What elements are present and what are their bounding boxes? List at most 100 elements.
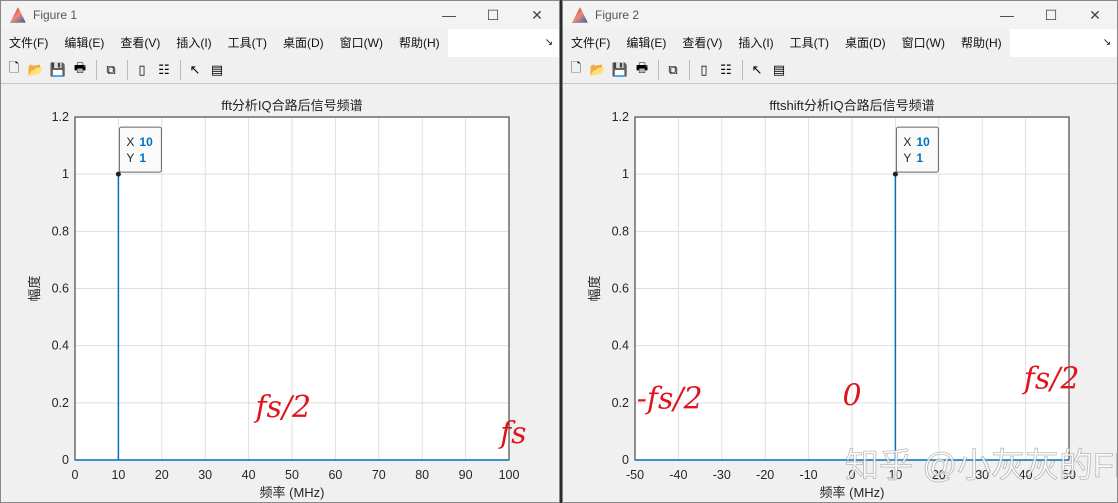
- handwritten-annotation: fs: [498, 416, 527, 451]
- datatip-x-label: X: [126, 135, 134, 149]
- handwritten-annotation: 0: [842, 379, 861, 414]
- print-icon[interactable]: 🖶: [70, 60, 90, 80]
- menu-item[interactable]: 桌面(D): [836, 29, 894, 57]
- window-title: Figure 2: [595, 8, 640, 22]
- x-tick-label: -20: [756, 468, 774, 482]
- new-figure-icon[interactable]: 🗋: [566, 60, 586, 80]
- x-tick-label: 40: [242, 468, 256, 482]
- minimize-button[interactable]: —: [427, 7, 471, 23]
- y-axis-label: 幅度: [27, 275, 42, 301]
- menu-item[interactable]: 文件(F): [1, 29, 57, 57]
- x-tick-label: 20: [155, 468, 169, 482]
- print-icon[interactable]: 🖶: [632, 60, 652, 80]
- y-tick-label: 0.6: [52, 282, 69, 296]
- matlab-logo-icon: [10, 7, 26, 23]
- menu-item[interactable]: 桌面(D): [274, 29, 332, 57]
- toolbar-separator: [658, 60, 659, 80]
- y-tick-label: 0.4: [612, 339, 629, 353]
- menu-item[interactable]: 窗口(W): [331, 29, 391, 57]
- pointer-icon[interactable]: ↖: [185, 60, 205, 80]
- y-tick-label: 0.4: [52, 339, 69, 353]
- x-axis-label: 频率 (MHz): [820, 485, 885, 500]
- property-inspector-icon[interactable]: ▤: [769, 60, 789, 80]
- colorbar-icon[interactable]: ▯: [132, 60, 152, 80]
- minimize-button[interactable]: —: [985, 7, 1029, 23]
- colorbar-icon[interactable]: ▯: [694, 60, 714, 80]
- toolbar-separator: [180, 60, 181, 80]
- datatip-y-label: Y: [903, 151, 911, 165]
- datatip-y-value: 1: [139, 151, 146, 165]
- menu-item[interactable]: 编辑(E): [618, 29, 675, 57]
- menu-item[interactable]: 帮助(H): [952, 29, 1010, 57]
- x-tick-label: 90: [459, 468, 473, 482]
- datatip[interactable]: X 10 Y 1: [895, 126, 939, 173]
- title-bar: Figure 1 — ☐ ✕: [1, 1, 559, 29]
- y-tick-label: 0.8: [612, 224, 629, 238]
- x-tick-label: -10: [800, 468, 818, 482]
- menu-item[interactable]: 工具(T): [219, 29, 275, 57]
- open-folder-icon[interactable]: 📂: [26, 60, 46, 80]
- figure-2-window: Figure 2 — ☐ ✕ 文件(F) 编辑(E) 查看(V) 插入(I) 工具(T)…: [562, 0, 1118, 503]
- y-tick-label: 0.8: [52, 224, 69, 238]
- y-axis-label: 幅度: [587, 275, 602, 301]
- menu-overflow-icon[interactable]: ↘: [1097, 29, 1117, 57]
- menu-overflow-icon[interactable]: ↘: [539, 29, 559, 57]
- y-tick-label: 1.2: [612, 110, 629, 124]
- pointer-icon[interactable]: ↖: [747, 60, 767, 80]
- y-tick-label: 0: [622, 453, 629, 467]
- x-tick-label: 50: [285, 468, 299, 482]
- handwritten-annotation: fs/2: [1022, 362, 1080, 397]
- toolbar-separator: [96, 60, 97, 80]
- x-axis-label: 频率 (MHz): [260, 485, 325, 500]
- x-tick-label: 60: [328, 468, 342, 482]
- y-tick-label: 1: [62, 167, 69, 181]
- chart-title: fft分析IQ合路后信号频谱: [221, 98, 362, 113]
- handwritten-annotation: fs/2: [253, 390, 311, 425]
- plot-area: 0 10 20 30 40 50 60 70 80 90 100 0 0.2 0.4 0.6 0.8 1 1.2 f…: [27, 98, 527, 500]
- maximize-button[interactable]: ☐: [1029, 7, 1073, 24]
- close-button[interactable]: ✕: [515, 7, 559, 24]
- datatip-x-label: X: [903, 135, 911, 149]
- figure-1-window: Figure 1 — ☐ ✕ 文件(F) 编辑(E) 查看(V) 插入(I) 工具(T)…: [0, 0, 560, 503]
- datatip-y-value: 1: [916, 151, 923, 165]
- menu-item[interactable]: 查看(V): [112, 29, 169, 57]
- link-plot-icon[interactable]: ⧉: [663, 60, 683, 80]
- new-figure-icon[interactable]: 🗋: [4, 60, 24, 80]
- toolbar: 🗋 📂 💾 🖶 ⧉ ▯ ☷ ↖ ▤: [1, 57, 559, 84]
- save-icon[interactable]: 💾: [48, 60, 68, 80]
- link-plot-icon[interactable]: ⧉: [101, 60, 121, 80]
- datatip-x-value: 10: [916, 135, 930, 149]
- save-icon[interactable]: 💾: [610, 60, 630, 80]
- y-tick-label: 1.2: [52, 110, 69, 124]
- legend-icon[interactable]: ☷: [716, 60, 736, 80]
- x-tick-label: -40: [669, 468, 687, 482]
- matlab-logo-icon: [572, 7, 588, 23]
- x-tick-label: 0: [72, 468, 79, 482]
- x-tick-label: -50: [626, 468, 644, 482]
- legend-icon[interactable]: ☷: [154, 60, 174, 80]
- handwritten-annotation: -fs/2: [637, 382, 703, 417]
- x-tick-label: 30: [198, 468, 212, 482]
- watermark: 知乎 @小灰灰的FPGA: [845, 447, 1117, 485]
- y-tick-label: 0.6: [612, 282, 629, 296]
- menu-item[interactable]: 窗口(W): [893, 29, 953, 57]
- y-tick-label: 0.2: [612, 396, 629, 410]
- menu-item[interactable]: 帮助(H): [390, 29, 448, 57]
- menu-item[interactable]: 编辑(E): [56, 29, 113, 57]
- menu-item[interactable]: 工具(T): [781, 29, 837, 57]
- menu-item[interactable]: 文件(F): [563, 29, 619, 57]
- menu-item[interactable]: 插入(I): [168, 29, 220, 57]
- maximize-button[interactable]: ☐: [471, 7, 515, 24]
- chart-title: fftshift分析IQ合路后信号频谱: [769, 98, 934, 113]
- x-tick-label: -30: [713, 468, 731, 482]
- menu-item[interactable]: 查看(V): [674, 29, 731, 57]
- menu-bar: 文件(F) 编辑(E) 查看(V) 插入(I) 工具(T) 桌面(D) 窗口(W) 帮助(H)…: [563, 29, 1117, 57]
- toolbar: 🗋 📂 💾 🖶 ⧉ ▯ ☷ ↖ ▤: [563, 57, 1117, 84]
- property-inspector-icon[interactable]: ▤: [207, 60, 227, 80]
- menu-item[interactable]: 插入(I): [730, 29, 782, 57]
- x-tick-label: 80: [415, 468, 429, 482]
- datatip[interactable]: X 10 Y 1: [118, 126, 162, 173]
- title-bar: Figure 2 — ☐ ✕: [563, 1, 1117, 29]
- open-folder-icon[interactable]: 📂: [588, 60, 608, 80]
- close-button[interactable]: ✕: [1073, 7, 1117, 24]
